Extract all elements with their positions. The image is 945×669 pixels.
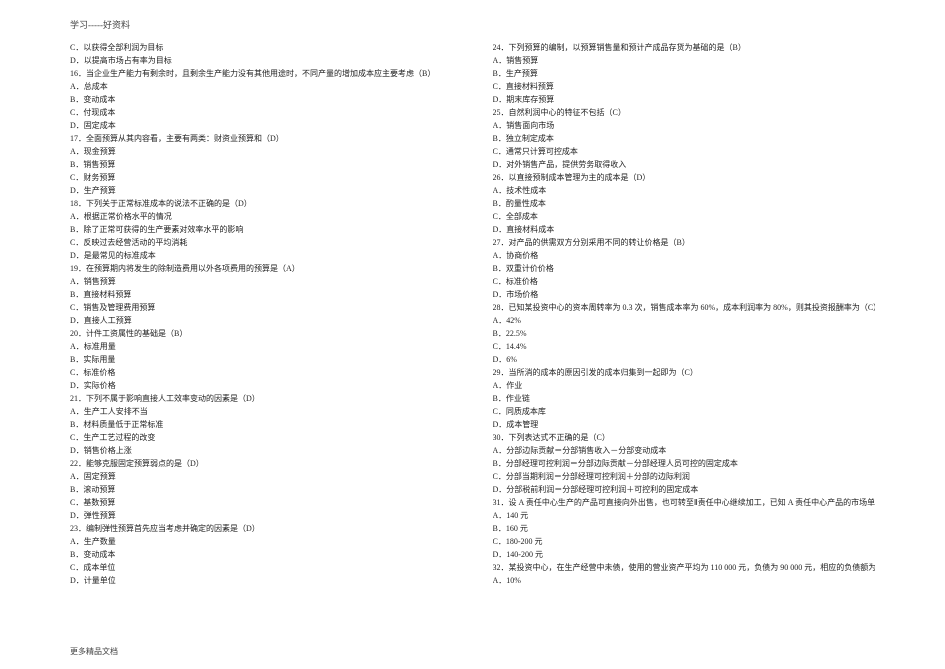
text-line: B．酌量性成本: [493, 197, 876, 210]
text-line: B．独立制定成本: [493, 132, 876, 145]
text-line: A．标准用量: [70, 340, 453, 353]
text-line: C．付现成本: [70, 106, 453, 119]
text-line: 18．下列关于正常标准成本的说法不正确的是（D）: [70, 197, 453, 210]
text-line: C．财务预算: [70, 171, 453, 184]
text-line: D．成本管理: [493, 418, 876, 431]
text-line: A．分部边际贡献＝分部销售收入－分部变动成本: [493, 444, 876, 457]
text-line: 31．设 A 责任中心生产的产品可直接向外出售，也可转至Ⅱ责任中心继续加工，已知…: [493, 496, 876, 509]
text-line: D．生产预算: [70, 184, 453, 197]
text-line: C．14.4%: [493, 340, 876, 353]
text-line: A．作业: [493, 379, 876, 392]
text-line: D．对外销售产品，提供劳务取得收入: [493, 158, 876, 171]
text-line: 23．编制弹性预算首先应当考虑并确定的因素是（D）: [70, 522, 453, 535]
text-line: C．同质成本库: [493, 405, 876, 418]
text-line: C．全部成本: [493, 210, 876, 223]
text-line: D．直接材料成本: [493, 223, 876, 236]
text-line: B．分部经理可控利润＝分部边际贡献－分部经理人员可控的固定成本: [493, 457, 876, 470]
text-line: C．反映过去经营活动的平均消耗: [70, 236, 453, 249]
text-line: 28．已知某投资中心的资本周转率为 0.3 次，销售成本率为 60%，成本利润率…: [493, 301, 876, 314]
text-line: D．140-200 元: [493, 548, 876, 561]
page-footer: 更多精品文档: [70, 646, 118, 657]
text-line: D．是最常见的标准成本: [70, 249, 453, 262]
text-line: A．协商价格: [493, 249, 876, 262]
text-line: B．销售预算: [70, 158, 453, 171]
text-line: B．变动成本: [70, 548, 453, 561]
text-line: B．双重计价价格: [493, 262, 876, 275]
text-line: A．技术性成本: [493, 184, 876, 197]
text-line: B．160 元: [493, 522, 876, 535]
text-line: C．标准价格: [493, 275, 876, 288]
text-line: D．以提高市场占有率为目标: [70, 54, 453, 67]
text-line: 21．下列不属于影响直接人工效率变动的因素是（D）: [70, 392, 453, 405]
text-line: D．期末库存预算: [493, 93, 876, 106]
content-columns: C．以获得全部利润为目标D．以提高市场占有率为目标16．当企业生产能力有剩余时，…: [70, 41, 875, 587]
text-line: 27．对产品的供需双方分别采用不同的转让价格是（B）: [493, 236, 876, 249]
text-line: C．标准价格: [70, 366, 453, 379]
text-line: C．成本单位: [70, 561, 453, 574]
text-line: B．实际用量: [70, 353, 453, 366]
text-line: D．销售价格上涨: [70, 444, 453, 457]
text-line: A．总成本: [70, 80, 453, 93]
text-line: B．变动成本: [70, 93, 453, 106]
text-line: A．10%: [493, 574, 876, 587]
text-line: A．140 元: [493, 509, 876, 522]
text-line: 20．计件工资属性的基础是（B）: [70, 327, 453, 340]
text-line: B．作业链: [493, 392, 876, 405]
page-header: 学习-----好资料: [70, 18, 875, 31]
text-line: 29．当所消的成本的原因引发的成本归集到一起即为（C）: [493, 366, 876, 379]
text-line: 24．下列预算的编制，以预算销售量和预计产成品存货为基础的是（B）: [493, 41, 876, 54]
text-line: 30．下列表达式不正确的是（C）: [493, 431, 876, 444]
text-line: A．销售预算: [70, 275, 453, 288]
text-line: 32．某投资中心，在生产经营中未债，使用的营业资产平均为 110 000 元，负…: [493, 561, 876, 574]
text-line: A．生产数量: [70, 535, 453, 548]
text-line: A．销售预算: [493, 54, 876, 67]
text-line: B．除了正常可获得的生产要素对效率水平的影响: [70, 223, 453, 236]
text-line: 16．当企业生产能力有剩余时，且剩余生产能力没有其他用途时，不同产量的增加成本应…: [70, 67, 453, 80]
text-line: C．以获得全部利润为目标: [70, 41, 453, 54]
text-line: D．固定成本: [70, 119, 453, 132]
text-line: A．现金预算: [70, 145, 453, 158]
text-line: 26．以直接预制成本管理为主的成本是（D）: [493, 171, 876, 184]
document-page: 学习-----好资料 C．以获得全部利润为目标D．以提高市场占有率为目标16．当…: [0, 0, 945, 669]
text-line: 22．能够克服固定预算弱点的是（D）: [70, 457, 453, 470]
text-line: A．固定预算: [70, 470, 453, 483]
text-line: A．根据正常价格水平的情况: [70, 210, 453, 223]
text-line: 25．自然利润中心的特征不包括（C）: [493, 106, 876, 119]
text-line: B．滚动预算: [70, 483, 453, 496]
text-line: B．材料质量低于正常标准: [70, 418, 453, 431]
text-line: A．42%: [493, 314, 876, 327]
text-line: C．180-200 元: [493, 535, 876, 548]
text-line: D．市场价格: [493, 288, 876, 301]
text-line: D．6%: [493, 353, 876, 366]
text-line: C．通常只计算可控成本: [493, 145, 876, 158]
text-line: 19．在预算期内将发生的除制造费用以外各项费用的预算是（A）: [70, 262, 453, 275]
text-line: D．直接人工预算: [70, 314, 453, 327]
text-line: A．生产工人安排不当: [70, 405, 453, 418]
text-line: D．分部税前利润＝分部经理可控利润＋可控利的固定成本: [493, 483, 876, 496]
text-line: C．分部当期利润＝分部经理可控利润＋分部的边际利润: [493, 470, 876, 483]
text-line: A．销售面向市场: [493, 119, 876, 132]
text-line: C．销售及管理费用预算: [70, 301, 453, 314]
text-line: C．直接材料预算: [493, 80, 876, 93]
text-line: D．计量单位: [70, 574, 453, 587]
text-line: B．22.5%: [493, 327, 876, 340]
text-line: C．基数预算: [70, 496, 453, 509]
text-line: 17．全面预算从其内容看，主要有两类：财资业预算和（D）: [70, 132, 453, 145]
text-line: D．弹性预算: [70, 509, 453, 522]
text-line: B．生产预算: [493, 67, 876, 80]
text-line: C．生产工艺过程的改变: [70, 431, 453, 444]
text-line: B．直接材料预算: [70, 288, 453, 301]
text-line: D．实际价格: [70, 379, 453, 392]
